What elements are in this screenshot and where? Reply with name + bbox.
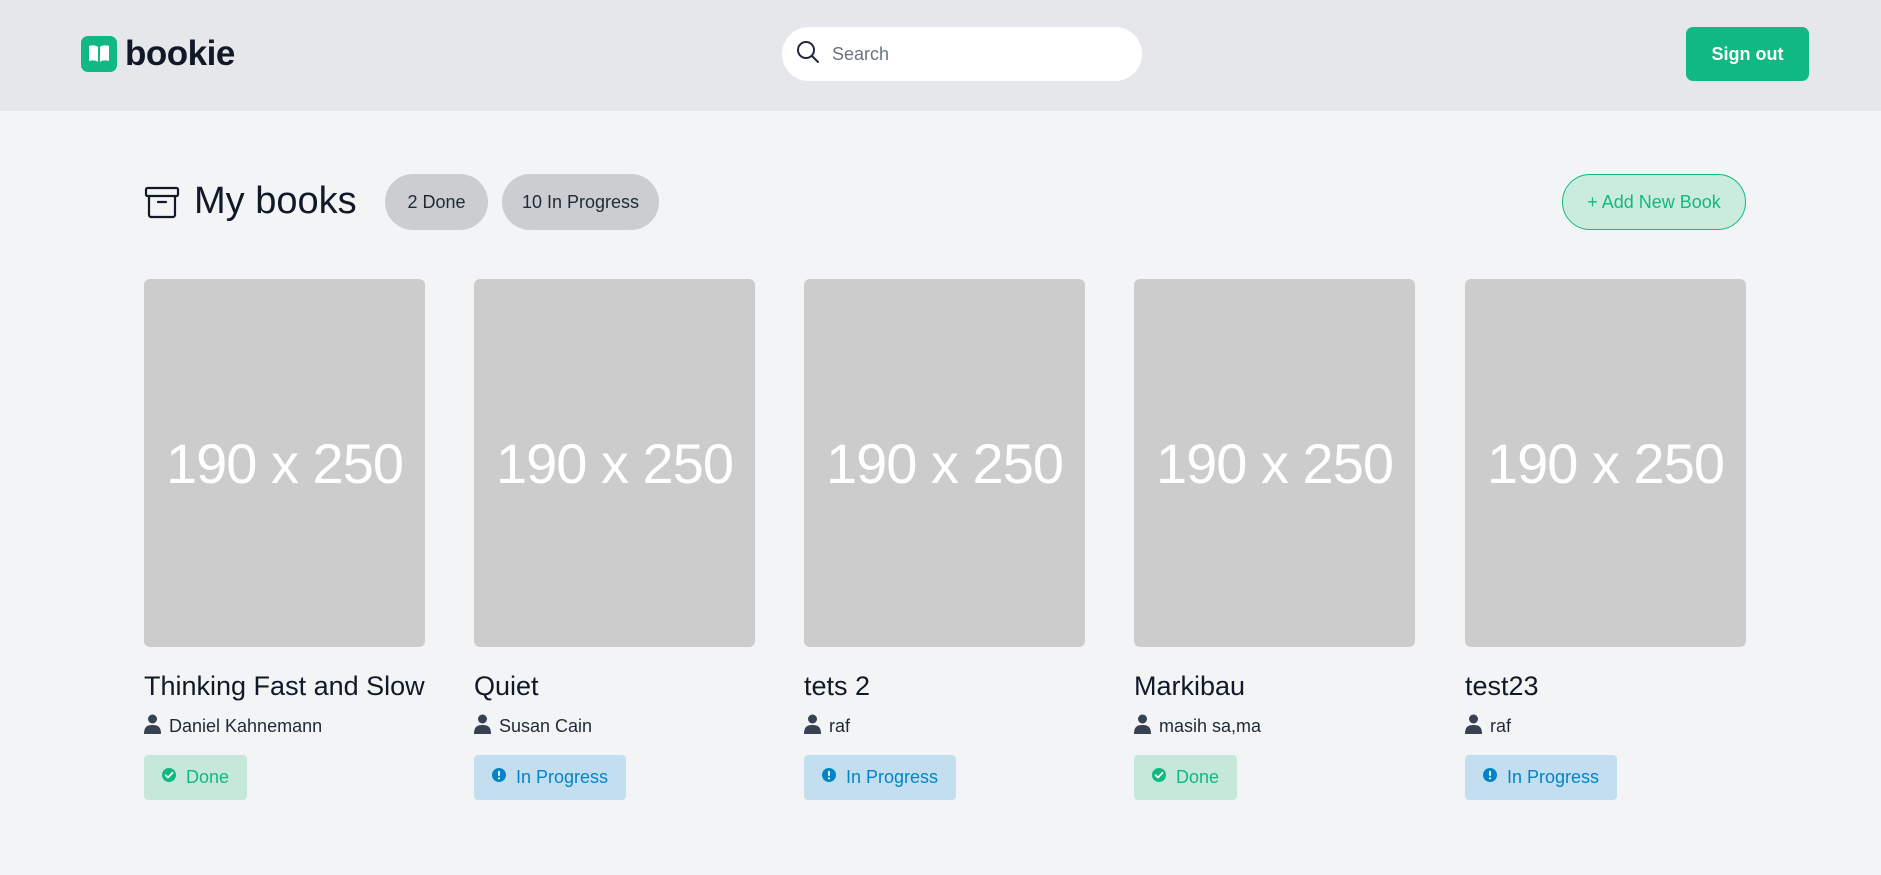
info-circle-icon: [491, 767, 507, 788]
cover-placeholder-text: 190 x 250: [1156, 431, 1394, 495]
book-cover[interactable]: 190 x 250: [144, 279, 425, 647]
book-card[interactable]: 190 x 250 Quiet Susan Cain In Progress: [474, 279, 755, 800]
book-card[interactable]: 190 x 250 test23 raf In Progress: [1465, 279, 1746, 800]
book-author: Daniel Kahnemann: [144, 714, 425, 738]
status-label: Done: [1176, 767, 1220, 787]
book-cover[interactable]: 190 x 250: [1465, 279, 1746, 647]
user-icon: [474, 714, 491, 739]
author-name: raf: [1490, 715, 1512, 736]
book-author: masih sa,ma: [1134, 714, 1415, 738]
book-cover[interactable]: 190 x 250: [804, 279, 1085, 647]
user-icon: [1134, 714, 1151, 739]
book-cover[interactable]: 190 x 250: [1134, 279, 1415, 647]
info-circle-icon: [821, 767, 837, 788]
book-cover[interactable]: 190 x 250: [474, 279, 755, 647]
book-title[interactable]: Thinking Fast and Slow: [144, 668, 425, 704]
author-name: Daniel Kahnemann: [169, 715, 323, 736]
cover-placeholder-text: 190 x 250: [496, 431, 734, 495]
info-circle-icon: [1482, 767, 1498, 788]
check-circle-icon: [1151, 767, 1167, 788]
author-name: Susan Cain: [499, 715, 593, 736]
brand-logo[interactable]: bookie: [81, 34, 235, 74]
status-label: Done: [186, 767, 230, 787]
cover-placeholder-text: 190 x 250: [166, 431, 404, 495]
author-name: masih sa,ma: [1159, 715, 1262, 736]
cover-placeholder-text: 190 x 250: [826, 431, 1064, 495]
status-badge: Done: [144, 755, 248, 800]
cover-placeholder-text: 190 x 250: [1487, 431, 1725, 495]
page-title: My books: [194, 180, 357, 222]
sign-out-button[interactable]: Sign out: [1686, 27, 1809, 81]
book-author: raf: [804, 714, 1085, 738]
author-name: raf: [829, 715, 851, 736]
status-badge: In Progress: [804, 755, 957, 800]
status-badge: In Progress: [474, 755, 627, 800]
book-author: Susan Cain: [474, 714, 755, 738]
status-badge: Done: [1134, 755, 1238, 800]
book-card[interactable]: 190 x 250 tets 2 raf In Progress: [804, 279, 1085, 800]
archive-box-icon: [144, 184, 180, 220]
book-card[interactable]: 190 x 250 Markibau masih sa,ma Done: [1134, 279, 1415, 800]
top-header: bookie Sign out: [0, 0, 1881, 111]
search-bar[interactable]: [782, 27, 1142, 81]
check-circle-icon: [161, 767, 177, 788]
user-icon: [144, 714, 161, 739]
brand-name: bookie: [125, 34, 235, 73]
book-title[interactable]: test23: [1465, 668, 1746, 704]
user-icon: [804, 714, 821, 739]
filter-in-progress-pill[interactable]: 10 In Progress: [502, 174, 659, 230]
status-label: In Progress: [846, 767, 939, 787]
filter-done-pill[interactable]: 2 Done: [385, 174, 488, 230]
book-title[interactable]: Quiet: [474, 668, 755, 704]
book-card[interactable]: 190 x 250 Thinking Fast and Slow Daniel …: [144, 279, 425, 800]
user-icon: [1465, 714, 1482, 739]
book-title[interactable]: Markibau: [1134, 668, 1415, 704]
status-badge: In Progress: [1465, 755, 1618, 800]
status-label: In Progress: [516, 767, 609, 787]
open-book-icon: [81, 36, 117, 72]
book-author: raf: [1465, 714, 1746, 738]
status-label: In Progress: [1507, 767, 1600, 787]
search-icon: [794, 38, 822, 71]
book-title[interactable]: tets 2: [804, 668, 1085, 704]
search-input[interactable]: [832, 43, 1112, 65]
add-new-book-button[interactable]: + Add New Book: [1562, 174, 1746, 230]
